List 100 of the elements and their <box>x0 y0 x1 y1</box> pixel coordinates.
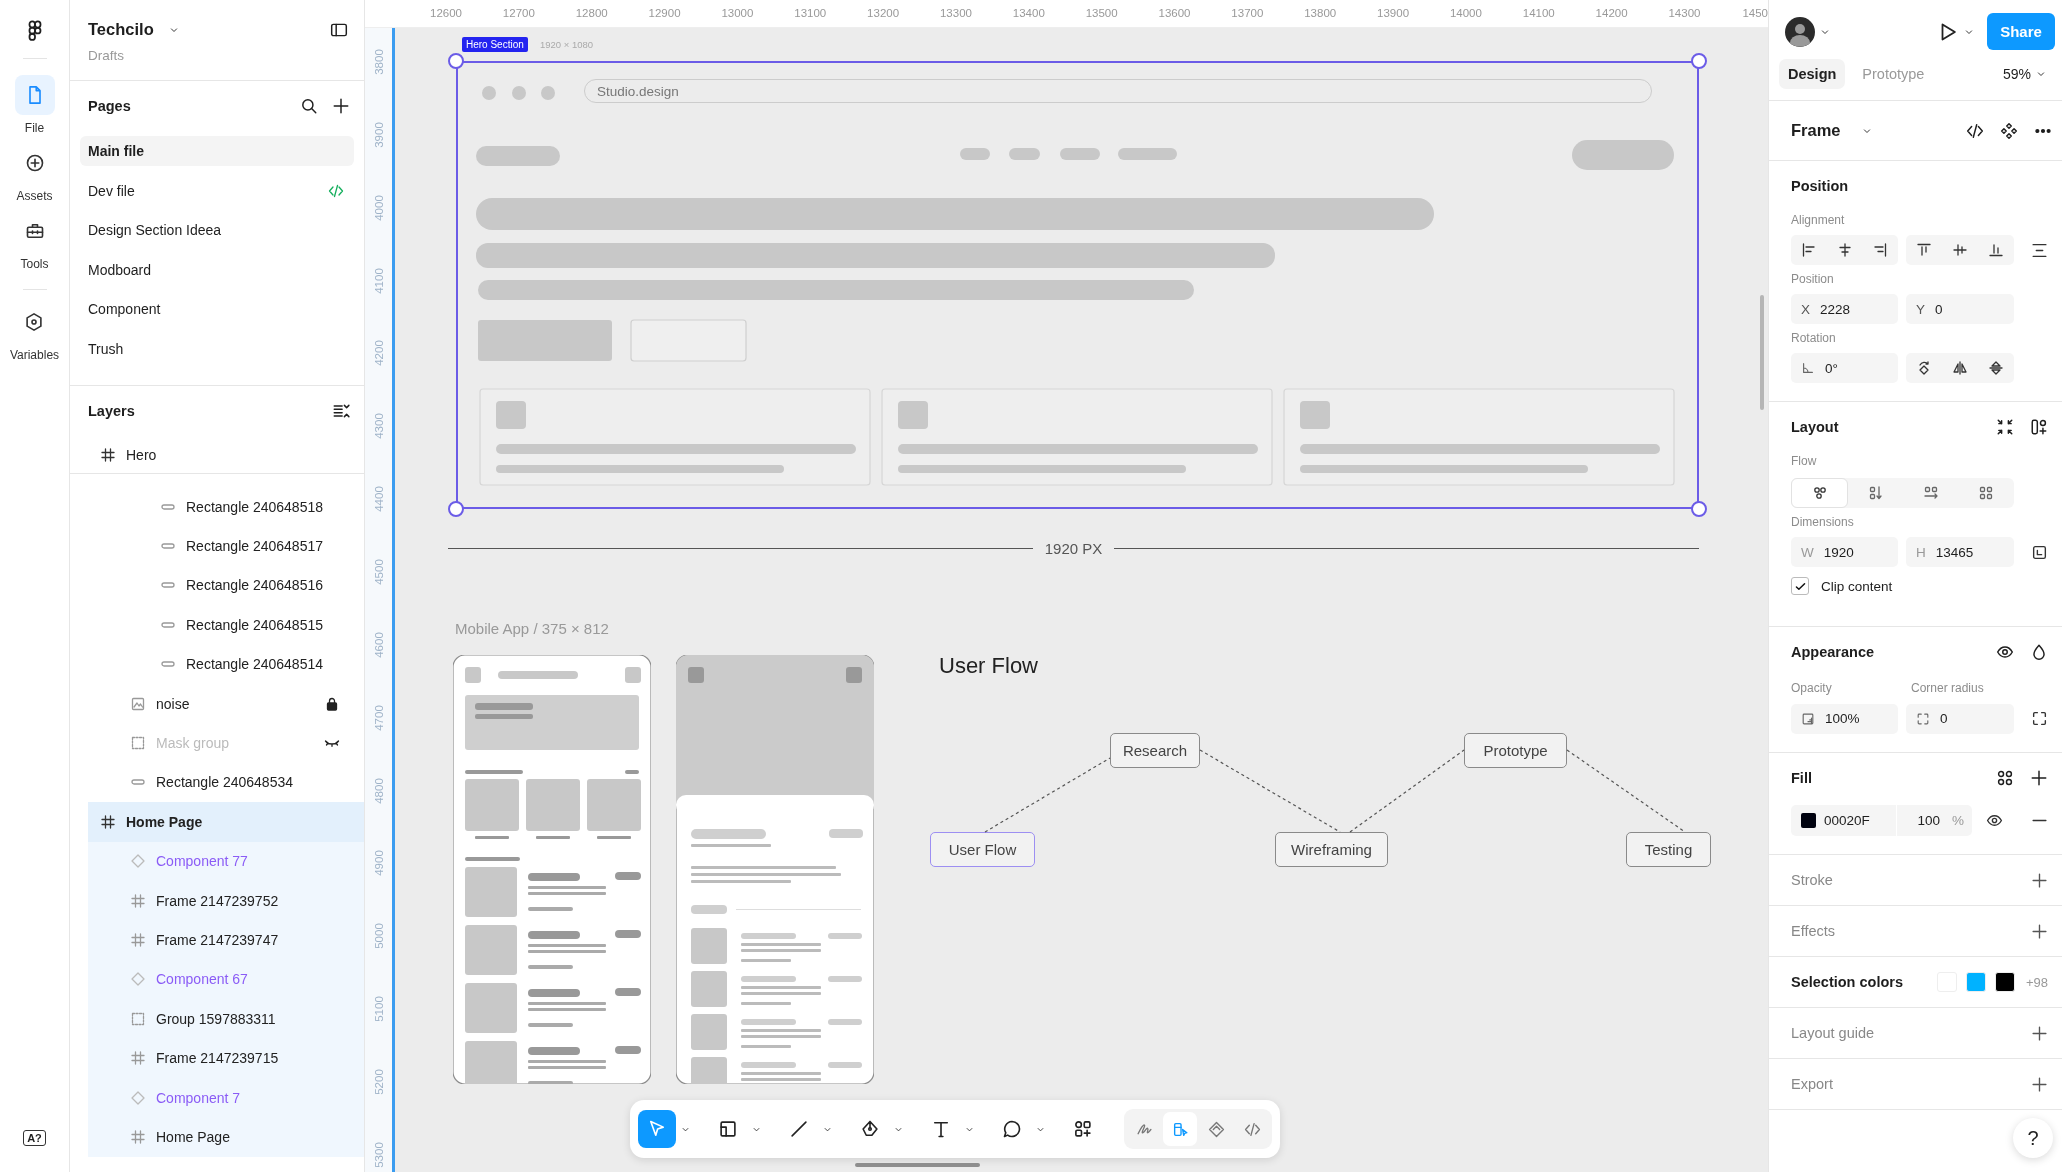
avatar[interactable] <box>1785 16 1815 47</box>
scrollbar[interactable] <box>855 1163 980 1167</box>
section-title: Stroke <box>1791 872 1834 888</box>
page-item[interactable]: Main file <box>80 136 354 166</box>
layer-item[interactable]: Rectangle 240648515 <box>88 605 364 645</box>
layer-item[interactable]: Component 7 <box>88 1077 364 1118</box>
help-button[interactable]: ? <box>2013 1118 2053 1158</box>
ruler-label: 1450 <box>1742 7 1768 19</box>
rail-tab[interactable]: Assets <box>14 143 55 203</box>
flow-node[interactable]: Research <box>1110 733 1200 768</box>
layer-item[interactable]: Home Page <box>88 1117 364 1157</box>
ruler-label: 4100 <box>372 267 385 294</box>
page-item[interactable]: Trush <box>80 333 354 364</box>
collapse-layers-icon[interactable] <box>332 402 350 420</box>
rotation-field[interactable]: 0° <box>1791 353 1898 383</box>
color-swatch[interactable] <box>1801 813 1816 828</box>
flow-button[interactable] <box>1791 478 1849 508</box>
resize-handle[interactable] <box>448 501 464 517</box>
toolbox-icon <box>24 221 45 241</box>
flow-node[interactable]: Wireframing <box>1275 832 1388 867</box>
layer-item[interactable]: Hero <box>70 436 364 474</box>
layer-item[interactable]: Rectangle 240648516 <box>88 565 364 606</box>
corner-radius-field[interactable]: 0 <box>1906 703 2014 734</box>
ruler-label: 4300 <box>372 413 385 440</box>
corner-icon <box>1916 711 1930 726</box>
layer-item[interactable]: Frame 2147239752 <box>88 880 364 921</box>
frame-icon <box>130 892 146 909</box>
drop-icon[interactable] <box>2030 643 2048 661</box>
ruler-label: 13600 <box>1158 7 1191 19</box>
eye-icon[interactable] <box>1996 643 2014 661</box>
lock-icon[interactable] <box>324 695 340 712</box>
x-field[interactable]: X 2228 <box>1791 294 1898 324</box>
layer-item[interactable]: Rectangle 240648514 <box>88 644 364 684</box>
section-title: Position <box>1791 178 1850 194</box>
dimension-label: 1920 PX <box>1044 540 1103 557</box>
layer-item[interactable]: Component 67 <box>88 959 364 1000</box>
color-swatch[interactable] <box>1994 972 2015 992</box>
ruler-label: 4600 <box>372 632 385 658</box>
collapse-icon[interactable] <box>1996 418 2014 436</box>
y-field[interactable]: Y 0 <box>1906 294 2014 324</box>
component-icon[interactable] <box>2000 121 2018 140</box>
resize-handle[interactable] <box>1691 53 1707 69</box>
add-icon[interactable] <box>2031 871 2048 889</box>
layer-item[interactable]: Rectangle 240648534 <box>88 762 364 803</box>
add-icon[interactable] <box>2031 1024 2048 1042</box>
color-swatch[interactable] <box>1965 972 1986 992</box>
layer-item[interactable]: Rectangle 240648518 <box>88 487 364 527</box>
fill-field[interactable]: 00020F 100 % <box>1791 805 1972 836</box>
mode-button[interactable] <box>1163 1112 1197 1146</box>
code-icon <box>328 182 344 199</box>
add-page-icon[interactable] <box>332 97 350 115</box>
page-item[interactable]: Dev file <box>80 175 354 206</box>
rail-tab[interactable]: Variables <box>9 302 60 362</box>
add-layout-icon[interactable] <box>2030 418 2048 436</box>
resize-icon[interactable] <box>2031 543 2048 561</box>
frame-icon <box>100 446 116 463</box>
add-icon[interactable] <box>2031 922 2048 940</box>
flow-node[interactable]: User Flow <box>930 832 1035 867</box>
opacity-field[interactable]: 100% <box>1791 703 1898 734</box>
scrollbar[interactable] <box>1760 295 1764 410</box>
selection-type[interactable]: Frame <box>1791 121 1841 140</box>
checkbox[interactable] <box>1791 577 1809 595</box>
frame-label[interactable]: Hero Section <box>462 37 528 52</box>
section-title: Layout guide <box>1791 1025 1876 1041</box>
layer-item[interactable]: Frame 2147239715 <box>88 1038 364 1078</box>
styles-icon[interactable] <box>1996 769 2014 787</box>
add-icon[interactable] <box>2030 769 2048 787</box>
layer-item[interactable]: Home Page <box>88 802 364 842</box>
search-icon[interactable] <box>300 97 318 115</box>
distribute-icon[interactable] <box>2031 241 2048 259</box>
flow-node[interactable]: Testing <box>1626 832 1711 867</box>
layer-item[interactable]: Rectangle 240648517 <box>88 526 364 566</box>
layer-item[interactable]: Component 77 <box>88 841 364 881</box>
shortcuts-button[interactable]: A? <box>23 1130 46 1146</box>
ruler-label: 4800 <box>372 777 385 804</box>
code-icon[interactable] <box>1966 121 1984 140</box>
eye-icon[interactable] <box>1986 812 2003 829</box>
align-center-icon <box>1836 242 1853 258</box>
page-item[interactable]: Modboard <box>80 254 354 285</box>
frame-icon <box>100 813 116 830</box>
page-item[interactable]: Design Section Ideea <box>80 215 354 246</box>
resize-handle[interactable] <box>448 53 464 69</box>
layer-item[interactable]: Frame 2147239747 <box>88 920 364 960</box>
corners-icon[interactable] <box>2031 710 2048 727</box>
section-title: Effects <box>1791 923 1837 939</box>
rail-tab[interactable]: Tools <box>14 211 55 271</box>
layer-item[interactable]: Group 1597883311 <box>88 999 364 1039</box>
frame[interactable]: Studio.design <box>456 61 1699 509</box>
zoom-dropdown[interactable]: 59% <box>2002 66 2055 82</box>
layer-item[interactable]: noise <box>88 683 364 724</box>
flow-node[interactable]: Prototype <box>1464 733 1567 768</box>
tab[interactable]: Design <box>1779 59 1846 89</box>
add-icon[interactable] <box>2031 1075 2048 1093</box>
height-field[interactable]: H 13465 <box>1906 537 2014 567</box>
field-label: Alignment <box>1791 213 1846 229</box>
file-name[interactable]: Techcilo <box>88 20 154 39</box>
resize-handle[interactable] <box>1691 501 1707 517</box>
page-item[interactable]: Component <box>80 294 354 325</box>
move-tool-button[interactable] <box>638 1110 691 1148</box>
width-field[interactable]: W 1920 <box>1791 537 1898 567</box>
